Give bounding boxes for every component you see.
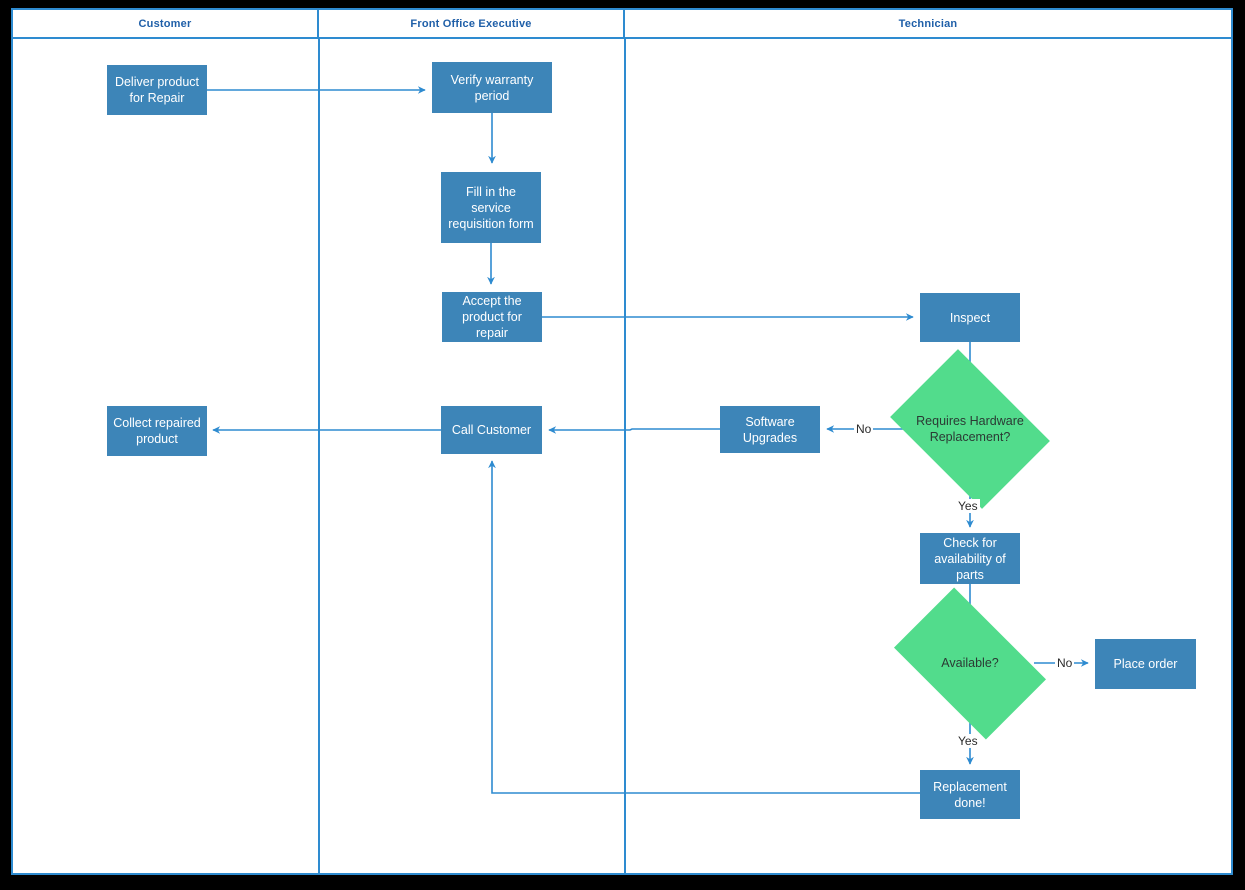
node-fill-form-label: Fill in the service requisition form <box>448 184 534 231</box>
node-fill-form[interactable]: Fill in the service requisition form <box>441 172 541 243</box>
node-verify-warranty-label: Verify warranty period <box>450 72 534 103</box>
node-accept-product-label: Accept the product for repair <box>462 294 522 340</box>
edge-label-available-yes-text: Yes <box>958 734 978 748</box>
node-call-customer-label: Call Customer <box>451 423 532 437</box>
node-inspect[interactable]: Inspect <box>920 293 1020 342</box>
lane-divider-1 <box>318 39 320 875</box>
node-available[interactable]: Available? <box>893 587 1047 740</box>
edge-label-hardware-no: No <box>854 422 874 436</box>
node-requires-hardware-label: Requires Hardware Replacement? <box>916 413 1024 444</box>
lane-header-technician[interactable]: Technician <box>625 10 1231 37</box>
lane-header-customer-label: Customer <box>138 17 192 30</box>
lane-header-customer[interactable]: Customer <box>13 10 319 37</box>
node-call-customer[interactable]: Call Customer <box>441 406 542 454</box>
edge-label-available-no: No <box>1055 656 1075 670</box>
lane-header-row: Customer Front Office Executive Technici… <box>13 10 1231 39</box>
lane-header-front-office-label: Front Office Executive <box>410 17 532 30</box>
edge-label-hardware-yes: Yes <box>956 499 980 513</box>
node-check-availability-label: Check for availability of parts <box>934 535 1006 582</box>
node-deliver-product-label: Deliver product for Repair <box>114 75 200 105</box>
node-place-order-label: Place order <box>1113 657 1178 671</box>
edge-label-hardware-yes-text: Yes <box>958 499 978 513</box>
node-place-order[interactable]: Place order <box>1095 639 1196 689</box>
node-software-upgrades[interactable]: Software Upgrades <box>720 406 820 453</box>
node-replacement-done-label: Replacement done! <box>933 779 1007 810</box>
node-requires-hardware[interactable]: Requires Hardware Replacement? <box>890 349 1050 509</box>
node-replacement-done[interactable]: Replacement done! <box>920 770 1020 819</box>
lane-header-front-office[interactable]: Front Office Executive <box>319 10 625 37</box>
edge-label-hardware-no-text: No <box>856 422 872 436</box>
node-accept-product[interactable]: Accept the product for repair <box>442 292 542 342</box>
edge-label-available-no-text: No <box>1057 656 1073 670</box>
node-check-availability[interactable]: Check for availability of parts <box>920 533 1020 584</box>
diagram-canvas: Customer Front Office Executive Technici… <box>0 0 1245 890</box>
node-verify-warranty[interactable]: Verify warranty period <box>432 62 552 113</box>
node-available-label: Available? <box>941 656 999 671</box>
edge-label-available-yes: Yes <box>956 734 980 748</box>
lane-header-technician-label: Technician <box>898 17 958 30</box>
node-deliver-product[interactable]: Deliver product for Repair <box>107 65 207 115</box>
node-collect-product-label: Collect repaired product <box>113 416 201 446</box>
node-software-upgrades-label: Software Upgrades <box>742 414 798 445</box>
node-inspect-label: Inspect <box>949 310 991 325</box>
lane-divider-2 <box>624 39 626 875</box>
node-collect-product[interactable]: Collect repaired product <box>107 406 207 456</box>
